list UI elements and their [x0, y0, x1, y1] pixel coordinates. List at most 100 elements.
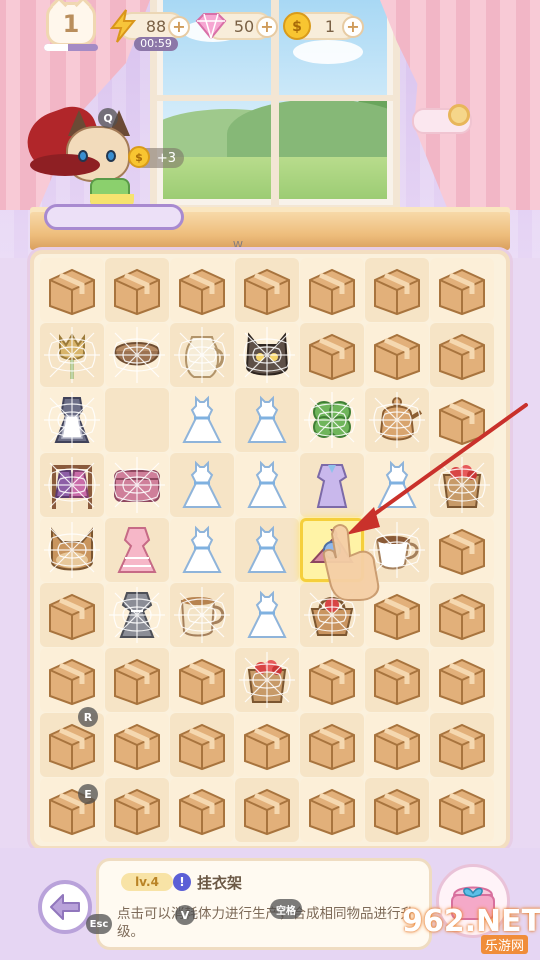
arrow-left-icon	[50, 894, 80, 920]
board-cell-0-3[interactable]	[235, 258, 299, 322]
cat-character[interactable]	[19, 98, 138, 210]
board-cell-1-3[interactable]	[235, 323, 299, 387]
board-cell-5-4[interactable]	[300, 583, 364, 647]
add-coins-button[interactable]: +	[342, 16, 364, 38]
coin-counter[interactable]: $ 1 +	[283, 12, 364, 40]
board-cell-1-2[interactable]	[170, 323, 234, 387]
board-cell-1-1[interactable]	[105, 323, 169, 387]
space-key-hint: 空格	[270, 899, 302, 919]
r-key-hint: R	[78, 707, 98, 727]
item-name: 挂衣架	[197, 874, 243, 892]
esc-key-hint: Esc	[86, 914, 112, 934]
board-cell-0-6[interactable]	[430, 258, 494, 322]
q-key-hint: Q	[98, 108, 118, 128]
board-cell-3-3[interactable]	[235, 453, 299, 517]
item-description: 点击可以消耗体力进行生产，合成相同物品进行升级。	[117, 906, 414, 940]
board-cell-5-3[interactable]	[235, 583, 299, 647]
player-level-badge[interactable]: 1	[46, 0, 96, 46]
energy-counter[interactable]: 88 +	[109, 9, 190, 43]
player-level: 1	[62, 10, 80, 38]
board-cell-0-4[interactable]	[300, 258, 364, 322]
board-cell-1-4[interactable]	[300, 323, 364, 387]
gem-counter[interactable]: 50 +	[195, 12, 278, 40]
board-cell-4-6[interactable]	[430, 518, 494, 582]
board-cell-2-6[interactable]	[430, 388, 494, 452]
energy-value: 88	[145, 16, 167, 36]
board-cell-8-5[interactable]	[365, 778, 429, 842]
board-cell-4-4[interactable]	[300, 518, 364, 582]
xp-fill	[44, 44, 69, 51]
character-nameplate[interactable]	[44, 204, 184, 230]
board-cell-7-4[interactable]	[300, 713, 364, 777]
board-cell-7-3[interactable]	[235, 713, 299, 777]
gem-value: 50	[233, 16, 255, 36]
board-cell-2-1[interactable]	[105, 388, 169, 452]
merge-board	[40, 258, 500, 843]
back-button[interactable]	[38, 880, 92, 934]
board-cell-3-5[interactable]	[365, 453, 429, 517]
board-cell-5-2[interactable]	[170, 583, 234, 647]
board-cell-4-5[interactable]	[365, 518, 429, 582]
watermark-text: 962.NET	[402, 904, 540, 939]
board-cell-2-5[interactable]	[365, 388, 429, 452]
board-cell-6-3[interactable]	[235, 648, 299, 712]
board-cell-6-4[interactable]	[300, 648, 364, 712]
board-cell-3-0[interactable]	[40, 453, 104, 517]
board-cell-1-6[interactable]	[430, 323, 494, 387]
board-cell-6-2[interactable]	[170, 648, 234, 712]
board-cell-0-2[interactable]	[170, 258, 234, 322]
lightning-icon	[106, 9, 140, 43]
tieback-flower-icon	[448, 104, 470, 126]
board-cell-8-3[interactable]	[235, 778, 299, 842]
board-cell-5-5[interactable]	[365, 583, 429, 647]
add-gems-button[interactable]: +	[256, 16, 278, 38]
reward-value: +3	[156, 150, 176, 166]
board-cell-6-0[interactable]	[40, 648, 104, 712]
reward-badge[interactable]: $ +3	[128, 146, 184, 168]
energy-timer: 00:59	[134, 37, 178, 51]
board-cell-7-6[interactable]	[430, 713, 494, 777]
board-cell-4-2[interactable]	[170, 518, 234, 582]
board-cell-1-5[interactable]	[365, 323, 429, 387]
board-cell-6-1[interactable]	[105, 648, 169, 712]
board-cell-4-1[interactable]	[105, 518, 169, 582]
board-cell-2-2[interactable]	[170, 388, 234, 452]
info-icon[interactable]: !	[173, 873, 191, 891]
diamond-icon	[194, 9, 228, 43]
board-cell-4-3[interactable]	[235, 518, 299, 582]
board-cell-2-0[interactable]	[40, 388, 104, 452]
board-cell-6-5[interactable]	[365, 648, 429, 712]
board-cell-5-6[interactable]	[430, 583, 494, 647]
board-cell-3-2[interactable]	[170, 453, 234, 517]
item-level-badge: lv.4	[121, 873, 173, 891]
svg-text:$: $	[292, 19, 302, 35]
board-cell-7-5[interactable]	[365, 713, 429, 777]
board-cell-8-2[interactable]	[170, 778, 234, 842]
xp-bar	[44, 44, 98, 51]
board-cell-3-4[interactable]	[300, 453, 364, 517]
board-cell-6-6[interactable]	[430, 648, 494, 712]
board-cell-8-6[interactable]	[430, 778, 494, 842]
board-cell-8-1[interactable]	[105, 778, 169, 842]
board-cell-8-4[interactable]	[300, 778, 364, 842]
board-cell-2-3[interactable]	[235, 388, 299, 452]
board-cell-0-1[interactable]	[105, 258, 169, 322]
board-cell-1-0[interactable]	[40, 323, 104, 387]
board-cell-5-0[interactable]	[40, 583, 104, 647]
v-key-hint: V	[175, 905, 195, 925]
board-cell-7-2[interactable]	[170, 713, 234, 777]
board-cell-0-0[interactable]	[40, 258, 104, 322]
board-cell-3-1[interactable]	[105, 453, 169, 517]
watermark-subtext: 乐游网	[480, 935, 528, 954]
coin-icon: $	[280, 9, 314, 43]
site-watermark: 962.NET 乐游网	[402, 904, 540, 956]
board-cell-7-1[interactable]	[105, 713, 169, 777]
board-cell-4-0[interactable]	[40, 518, 104, 582]
e-key-hint: E	[78, 784, 98, 804]
add-energy-button[interactable]: +	[168, 16, 190, 38]
board-cell-2-4[interactable]	[300, 388, 364, 452]
board-cell-3-6[interactable]	[430, 453, 494, 517]
board-cell-0-5[interactable]	[365, 258, 429, 322]
coin-icon: $	[128, 146, 150, 168]
board-cell-5-1[interactable]	[105, 583, 169, 647]
